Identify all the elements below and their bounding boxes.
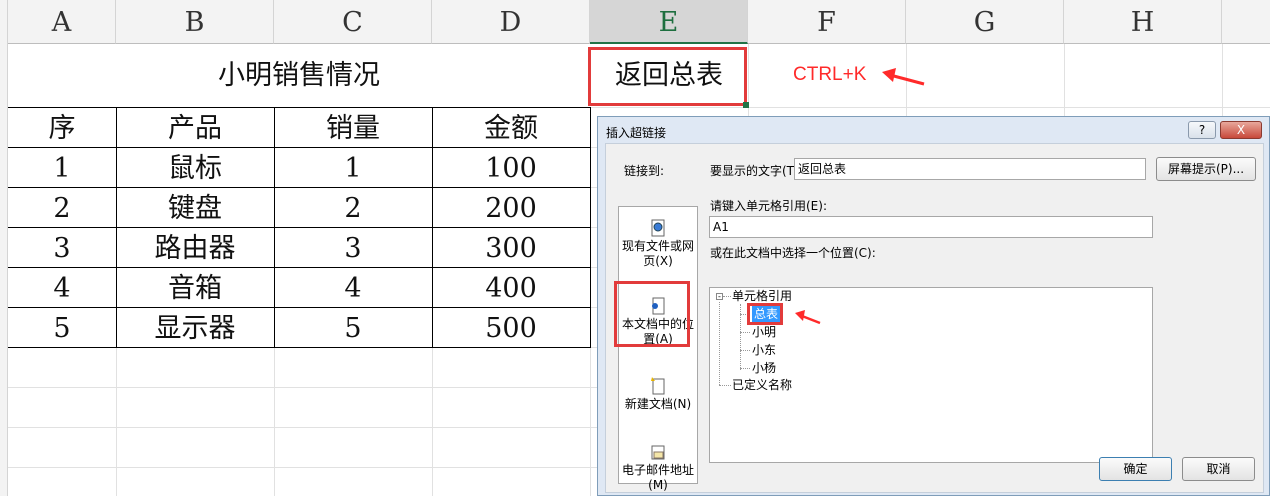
- highlight-box-this-document: [614, 281, 690, 347]
- table-cell[interactable]: 键盘: [116, 187, 274, 227]
- table-cell[interactable]: 3: [8, 227, 116, 267]
- display-text-label: 要显示的文字(T):: [710, 164, 803, 178]
- collapse-toggle[interactable]: -: [716, 293, 723, 301]
- column-header-f[interactable]: F: [748, 0, 906, 44]
- table-border: [8, 347, 590, 348]
- link-option-label: 新建文档(N): [624, 397, 692, 411]
- web-page-icon: [651, 219, 665, 237]
- tree-line: [740, 350, 750, 351]
- link-option-existing-file[interactable]: 现有文件或网页(X): [619, 219, 697, 269]
- tree-node-defined-names[interactable]: 已定义名称: [732, 377, 792, 393]
- tree-line: [719, 302, 720, 385]
- table-border: [8, 187, 590, 188]
- display-text-input[interactable]: 返回总表: [794, 158, 1146, 180]
- table-cell[interactable]: 2: [274, 187, 432, 227]
- dialog-title: 插入超链接: [606, 126, 667, 140]
- link-option-email[interactable]: 电子邮件地址(M): [619, 443, 697, 493]
- table-header-amount[interactable]: 金额: [432, 107, 590, 147]
- column-header-g[interactable]: G: [906, 0, 1064, 44]
- table-cell[interactable]: 1: [8, 147, 116, 187]
- table-cell[interactable]: 显示器: [116, 307, 274, 347]
- tree-line: [719, 385, 731, 386]
- cell-reference-input[interactable]: A1: [709, 216, 1153, 238]
- table-cell[interactable]: 300: [432, 227, 590, 267]
- table-cell[interactable]: 4: [8, 267, 116, 307]
- tree-line: [723, 296, 731, 297]
- table-header-index[interactable]: 序: [8, 107, 116, 147]
- table-cell[interactable]: 200: [432, 187, 590, 227]
- table-cell[interactable]: 500: [432, 307, 590, 347]
- highlight-box-return-cell: [588, 47, 747, 106]
- ok-button[interactable]: 确定: [1099, 457, 1172, 481]
- link-option-label: 电子邮件地址(M): [621, 463, 694, 492]
- help-button[interactable]: ?: [1188, 121, 1216, 139]
- table-header-quantity[interactable]: 销量: [274, 107, 432, 147]
- cancel-button[interactable]: 取消: [1182, 457, 1255, 481]
- table-header-product[interactable]: 产品: [116, 107, 274, 147]
- table-border: [8, 107, 590, 108]
- column-header-h[interactable]: H: [1064, 0, 1222, 44]
- table-cell[interactable]: 2: [8, 187, 116, 227]
- column-header-d[interactable]: D: [432, 0, 590, 44]
- link-option-new-document[interactable]: 新建文档(N): [619, 377, 697, 412]
- tree-node-sheet[interactable]: 小杨: [752, 360, 776, 376]
- cell-reference-label: 请键入单元格引用(E):: [710, 199, 827, 213]
- link-to-label: 链接到:: [624, 164, 665, 178]
- sheet-title-cell[interactable]: 小明销售情况: [8, 44, 590, 107]
- dialog-body: 链接到: 现有文件或网页(X) 本文档中的位置(A) 新建文档(N) 电子邮件地…: [605, 143, 1264, 493]
- table-cell[interactable]: 5: [8, 307, 116, 347]
- column-header-c[interactable]: C: [274, 0, 432, 44]
- table-cell[interactable]: 100: [432, 147, 590, 187]
- row-header-strip: [0, 0, 8, 496]
- link-option-label: 现有文件或网页(X): [621, 239, 694, 268]
- close-button[interactable]: X: [1220, 121, 1262, 139]
- place-tree: - 单元格引用 总表 小明 小东 小杨 已定义名称: [709, 287, 1153, 463]
- column-header-i[interactable]: [1222, 0, 1270, 44]
- tree-line: [740, 332, 750, 333]
- screentip-button[interactable]: 屏幕提示(P)...: [1156, 157, 1256, 181]
- tree-node-sheet[interactable]: 小东: [752, 342, 776, 358]
- table-border: [590, 107, 591, 348]
- new-document-icon: [651, 377, 665, 395]
- fill-handle[interactable]: [743, 102, 749, 108]
- table-cell[interactable]: 400: [432, 267, 590, 307]
- tree-node-sheet[interactable]: 小明: [752, 324, 776, 340]
- table-cell[interactable]: 音箱: [116, 267, 274, 307]
- highlight-box-summary-sheet: [747, 303, 783, 325]
- table-border: [8, 147, 590, 148]
- table-border: [432, 107, 433, 348]
- column-header-e[interactable]: E: [590, 0, 748, 44]
- insert-hyperlink-dialog: 插入超链接 ? X 链接到: 现有文件或网页(X) 本文档中的位置(A) 新建文…: [597, 116, 1270, 496]
- place-in-document-label: 或在此文档中选择一个位置(C):: [710, 246, 876, 260]
- table-border: [8, 267, 590, 268]
- shortcut-annotation: CTRL+K: [793, 64, 867, 85]
- arrow-left-icon: [882, 68, 925, 86]
- tree-line: [740, 368, 750, 369]
- tree-node-cell-reference[interactable]: 单元格引用: [732, 288, 792, 304]
- table-border: [8, 227, 590, 228]
- email-icon: [651, 445, 665, 460]
- arrow-left-icon: [795, 310, 821, 325]
- column-header-a[interactable]: A: [8, 0, 116, 44]
- table-cell[interactable]: 5: [274, 307, 432, 347]
- table-cell[interactable]: 路由器: [116, 227, 274, 267]
- table-border: [8, 307, 590, 308]
- table-border: [274, 107, 275, 348]
- table-cell[interactable]: 鼠标: [116, 147, 274, 187]
- table-cell[interactable]: 1: [274, 147, 432, 187]
- table-cell[interactable]: 3: [274, 227, 432, 267]
- column-header-b[interactable]: B: [116, 0, 274, 44]
- table-border: [116, 107, 117, 348]
- table-cell[interactable]: 4: [274, 267, 432, 307]
